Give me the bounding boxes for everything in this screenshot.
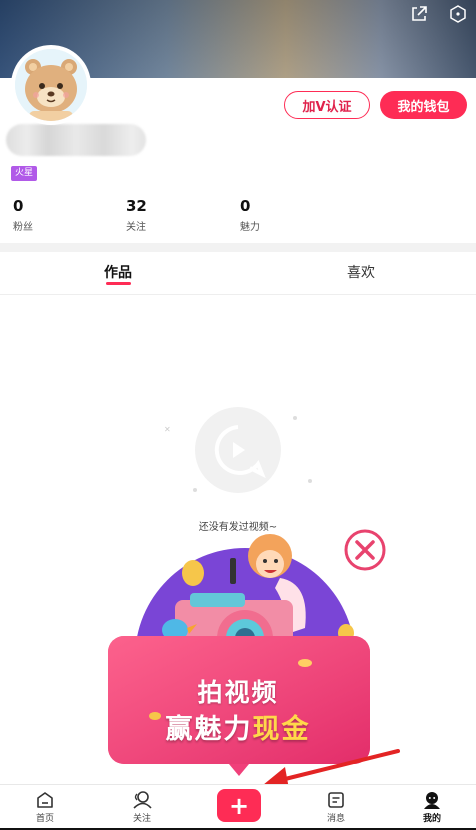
level-badge: 火星 [11, 166, 38, 181]
verify-button[interactable]: 加V认证 [284, 91, 370, 119]
promo-title: 拍视频 [197, 678, 279, 707]
follow-icon [133, 791, 152, 809]
stat-value: 32 [126, 197, 147, 215]
tab-likes[interactable]: 喜欢 [347, 262, 375, 282]
username-redacted [6, 124, 146, 156]
promo-subtitle-white: 赢魅力 [165, 714, 253, 745]
nav-messages[interactable]: 消息 [306, 785, 366, 830]
share-icon[interactable] [409, 4, 429, 24]
message-icon [328, 792, 344, 808]
nav-me-label: 我的 [422, 814, 441, 824]
avatar[interactable] [11, 45, 91, 125]
tab-active-indicator [106, 282, 131, 285]
profile-tabs: 作品 喜欢 [0, 252, 476, 295]
nav-home-label: 首页 [35, 814, 54, 824]
bear-avatar-icon [15, 49, 87, 121]
stat-following[interactable]: 32 关注 [126, 197, 147, 233]
nav-follow-label: 关注 [132, 814, 151, 824]
stat-value: 0 [13, 197, 24, 215]
nav-me[interactable]: 我的 [402, 785, 462, 830]
nav-follow[interactable]: 关注 [112, 785, 172, 830]
stat-followers[interactable]: 0 粉丝 [13, 197, 33, 233]
tab-works[interactable]: 作品 [104, 262, 132, 282]
create-video-button[interactable]: + [217, 789, 261, 822]
stat-label: 魅力 [240, 222, 260, 233]
stat-charm[interactable]: 0 魅力 [240, 197, 260, 233]
section-divider [0, 243, 476, 252]
promo-subtitle-yellow: 现金 [252, 714, 311, 745]
svg-text:✕: ✕ [164, 425, 171, 434]
empty-video-icon: ✕ [164, 407, 312, 493]
wallet-button[interactable]: 我的钱包 [380, 91, 467, 119]
more-options-icon[interactable] [448, 4, 468, 24]
close-promo-icon[interactable] [343, 528, 387, 572]
promo-subtitle: 赢魅力现金 [106, 707, 370, 746]
home-icon [37, 792, 53, 808]
nav-home[interactable]: 首页 [15, 785, 75, 830]
profile-icon [424, 792, 440, 809]
stat-value: 0 [240, 197, 251, 215]
stat-label: 粉丝 [13, 222, 33, 233]
nav-messages-label: 消息 [326, 814, 345, 824]
stat-label: 关注 [126, 222, 146, 233]
